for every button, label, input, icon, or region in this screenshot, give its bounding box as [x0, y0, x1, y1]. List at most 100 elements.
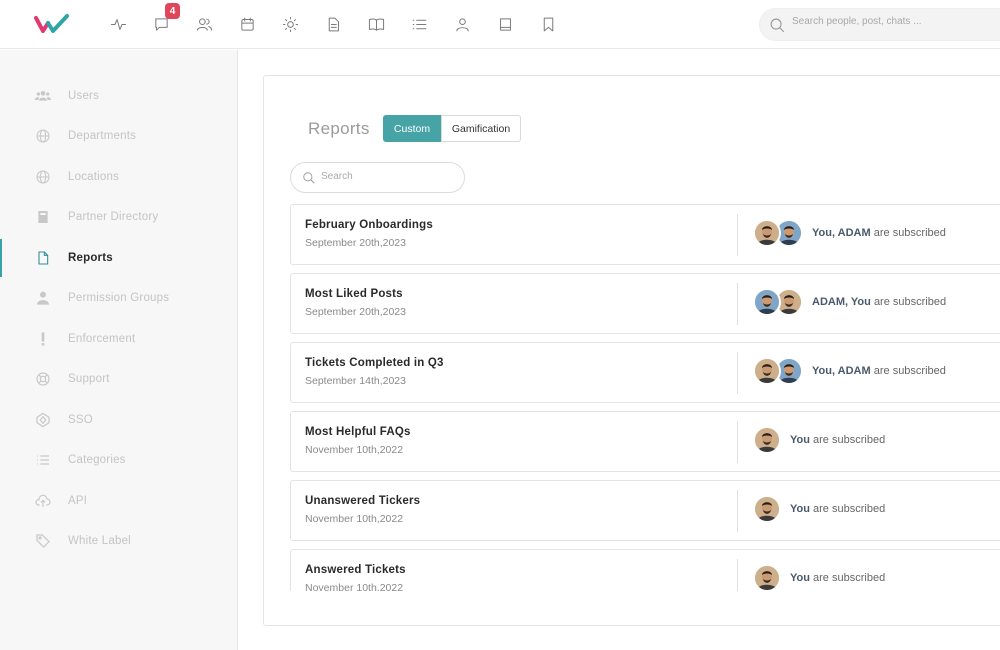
- subscription-suffix: are subscribed: [813, 503, 886, 515]
- report-date: November 10th,2022: [305, 582, 404, 591]
- table-row[interactable]: Most Helpful FAQs November 10th,2022 You a…: [290, 411, 1000, 472]
- sun-icon[interactable]: [278, 12, 302, 36]
- report-name: Answered Tickets: [305, 564, 406, 576]
- table-row[interactable]: Most Liked Posts September 20th,2023 ADAM,…: [290, 273, 1000, 334]
- sidebar-item-label: Support: [68, 373, 110, 385]
- table-row[interactable]: Answered Tickets November 10th,2022 You ar…: [290, 549, 1000, 591]
- app-logo[interactable]: [34, 12, 70, 36]
- tab-gamification[interactable]: Gamification: [441, 115, 521, 142]
- global-search-input[interactable]: [792, 16, 992, 27]
- subscription-status: You are subscribed: [790, 434, 885, 446]
- sidebar-item-permission-groups[interactable]: Permission Groups: [0, 279, 237, 317]
- row-divider: [737, 214, 738, 256]
- open-book-icon[interactable]: [364, 12, 388, 36]
- row-divider: [737, 352, 738, 394]
- subscription-status: You, ADAM are subscribed: [812, 227, 946, 239]
- avatar[interactable]: [753, 495, 781, 523]
- globe-icon: [34, 168, 52, 186]
- avatar[interactable]: [753, 564, 781, 591]
- subscriber-names: You: [790, 572, 810, 584]
- subscription-suffix: are subscribed: [813, 572, 886, 584]
- users-icon: [34, 87, 52, 105]
- sidebar-item-sso[interactable]: SSO: [0, 401, 237, 439]
- subscription-suffix: are subscribed: [873, 296, 947, 308]
- row-divider: [737, 283, 738, 325]
- sidebar-item-enforcement[interactable]: Enforcement: [0, 320, 237, 358]
- page-title: Reports: [308, 119, 370, 138]
- table-row[interactable]: February Onboardings September 20th,2023 Y…: [290, 204, 1000, 265]
- avatar[interactable]: [753, 357, 781, 385]
- calendar-icon[interactable]: [235, 12, 259, 36]
- sidebar-item-label: Permission Groups: [68, 292, 170, 304]
- sidebar-item-departments[interactable]: Departments: [0, 117, 237, 155]
- sidebar-item-partner-directory[interactable]: Partner Directory: [0, 198, 237, 236]
- sidebar-item-api[interactable]: API: [0, 482, 237, 520]
- activity-icon[interactable]: [106, 12, 130, 36]
- row-divider: [737, 490, 738, 532]
- globe-icon: [34, 127, 52, 145]
- tab-custom[interactable]: Custom: [383, 115, 441, 142]
- report-name: Unanswered Tickers: [305, 495, 421, 507]
- sidebar-item-categories[interactable]: Categories: [0, 441, 237, 479]
- notification-badge: 4: [165, 3, 180, 19]
- report-date: September 20th,2023: [305, 237, 406, 249]
- table-row[interactable]: Tickets Completed in Q3 September 14th,20…: [290, 342, 1000, 403]
- sidebar-item-users[interactable]: Users: [0, 77, 237, 115]
- report-name: Most Liked Posts: [305, 288, 403, 300]
- table-row[interactable]: Unanswered Tickers November 10th,2022 You …: [290, 480, 1000, 541]
- subscription-suffix: are subscribed: [813, 434, 886, 446]
- report-search-input[interactable]: [321, 171, 451, 182]
- subscriber-names: ADAM, You: [812, 296, 871, 308]
- top-navigation-bar: 4: [0, 0, 1000, 49]
- document-icon[interactable]: [321, 12, 345, 36]
- report-tabs: Custom Gamification: [383, 115, 521, 142]
- list-icon: [34, 451, 52, 469]
- avatar[interactable]: [753, 426, 781, 454]
- lifebuoy-icon: [34, 370, 52, 388]
- bookmark-icon[interactable]: [536, 12, 560, 36]
- tag-icon: [34, 532, 52, 550]
- subscriber-names: You, ADAM: [812, 227, 871, 239]
- subscriber-names: You: [790, 503, 810, 515]
- people-icon[interactable]: [192, 12, 216, 36]
- sidebar-item-label: Enforcement: [68, 333, 136, 345]
- sidebar-item-locations[interactable]: Locations: [0, 158, 237, 196]
- subscription-suffix: are subscribed: [873, 227, 946, 239]
- person-icon: [34, 289, 52, 307]
- row-divider: [737, 559, 738, 591]
- global-search[interactable]: [759, 8, 1000, 41]
- sidebar-item-label: Partner Directory: [68, 211, 159, 223]
- row-divider: [737, 421, 738, 463]
- report-name: February Onboardings: [305, 219, 433, 231]
- sidebar-item-label: SSO: [68, 414, 93, 426]
- subscription-status: You, ADAM are subscribed: [812, 365, 946, 377]
- sidebar-item-support[interactable]: Support: [0, 360, 237, 398]
- user-icon[interactable]: [450, 12, 474, 36]
- reports-panel: Reports Custom Gamification February Onb…: [263, 75, 1000, 626]
- search-icon: [303, 172, 315, 184]
- subscription-status: You are subscribed: [790, 503, 885, 515]
- sidebar-item-label: Departments: [68, 130, 137, 142]
- cloud-upload-icon: [34, 492, 52, 510]
- subscription-status: ADAM, You are subscribed: [812, 296, 946, 308]
- report-name: Most Helpful FAQs: [305, 426, 411, 438]
- list-icon[interactable]: [407, 12, 431, 36]
- sidebar-item-label: Locations: [68, 171, 120, 183]
- sidebar: Users Departments Locations Partner Dire…: [0, 50, 238, 650]
- sidebar-item-reports[interactable]: Reports: [0, 239, 237, 277]
- sidebar-item-label: White Label: [68, 535, 131, 547]
- avatar[interactable]: [753, 288, 781, 316]
- sso-icon: [34, 411, 52, 429]
- report-search[interactable]: [290, 162, 465, 193]
- book-icon: [34, 208, 52, 226]
- sidebar-item-white-label[interactable]: White Label: [0, 522, 237, 560]
- subscriber-names: You: [790, 434, 810, 446]
- report-date: November 10th,2022: [305, 513, 404, 525]
- subscription-suffix: are subscribed: [873, 365, 946, 377]
- book-icon[interactable]: [493, 12, 517, 36]
- document-icon: [34, 249, 52, 267]
- report-name: Tickets Completed in Q3: [305, 357, 444, 369]
- report-date: September 14th,2023: [305, 375, 406, 387]
- chat-icon[interactable]: 4: [149, 3, 180, 36]
- avatar[interactable]: [753, 219, 781, 247]
